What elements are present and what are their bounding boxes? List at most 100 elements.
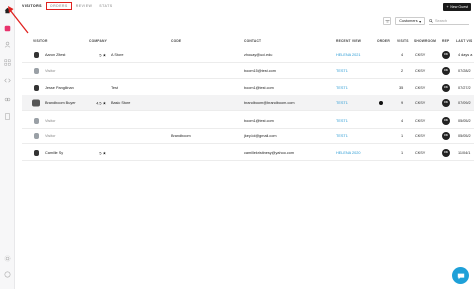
visits-count: 4 xyxy=(401,118,404,123)
tab-review[interactable]: REVIEW xyxy=(76,4,93,8)
showroom-value: CKSY xyxy=(415,68,426,73)
settings-icon[interactable] xyxy=(4,255,11,262)
dropdown-label: Customers xyxy=(399,19,418,23)
rep-avatar: CK xyxy=(442,83,450,92)
contact-email: jkey.lol@gmail.com xyxy=(244,133,277,138)
top-toolbar: + New Guest xyxy=(443,2,471,11)
company-name: A Store xyxy=(111,52,124,57)
recent-view-link[interactable]: TEST1 xyxy=(336,86,348,90)
visits-count: 9 xyxy=(401,100,404,105)
table-header: VISITOR COMPANY CODE CONTACT RECENT VIEW… xyxy=(22,39,474,44)
avatar xyxy=(34,149,39,156)
tab-orders[interactable]: ORDERS xyxy=(45,2,72,10)
tab-visitors[interactable]: VISITORS xyxy=(22,4,42,8)
visitor-name[interactable]: Visitor xyxy=(45,119,55,123)
table-row[interactable]: Camille Sy 5 ★ camillekristinesy@yahoo.c… xyxy=(22,145,474,161)
contact-email: boom15@test.com xyxy=(244,68,276,73)
avatar xyxy=(34,84,39,91)
table-row[interactable]: Visitor Brandboom jkey.lol@gmail.com TES… xyxy=(22,128,474,144)
showroom-value: CKSY xyxy=(415,100,426,105)
brand-icon[interactable] xyxy=(4,25,11,32)
last-visit-value: 05/05/2 xyxy=(458,133,471,138)
recent-view-link[interactable]: TEST1 xyxy=(336,69,348,73)
order-indicator[interactable] xyxy=(379,100,383,105)
table-row[interactable]: Aaron Zltest 5 ★ A Store zhouay@uci.edu … xyxy=(22,47,474,63)
avatar xyxy=(34,51,39,58)
visitor-name[interactable]: Aaron Zltest xyxy=(45,53,65,57)
col-showroom[interactable]: SHOWROOM xyxy=(414,39,436,43)
avatar xyxy=(32,99,40,106)
contact-email: brandboom@brandboom.com xyxy=(244,100,295,105)
rep-avatar: CK xyxy=(442,66,450,75)
visitor-name[interactable]: Visitor xyxy=(45,134,55,138)
profile-icon[interactable] xyxy=(4,271,11,278)
col-company[interactable]: COMPANY xyxy=(89,39,107,43)
table-row[interactable]: Visitor boom15@test.com TEST1 2 CKSY CK … xyxy=(22,63,474,79)
users-icon[interactable] xyxy=(4,41,11,48)
last-visit-value: 05/05/2 xyxy=(458,118,471,123)
visitor-rating: 5 ★ xyxy=(99,151,106,155)
rep-avatar: CK xyxy=(442,98,450,107)
tab-bar: VISITORS ORDERS REVIEW STATS xyxy=(22,2,120,10)
recent-view-link[interactable]: HELENA 2020 xyxy=(336,151,361,155)
new-guest-button[interactable]: + New Guest xyxy=(443,2,471,11)
visits-count: 1 xyxy=(401,150,404,155)
visitor-rating: 4.5 ★ xyxy=(96,101,106,105)
visits-count: 4 xyxy=(401,52,404,57)
rep-avatar: CK xyxy=(442,116,450,125)
search-icon xyxy=(429,18,433,23)
last-visit-value: 07/09/2 xyxy=(458,100,471,105)
code-icon[interactable] xyxy=(4,77,11,84)
document-icon[interactable] xyxy=(4,113,11,120)
showroom-value: CKSY xyxy=(415,52,426,57)
recent-view-link[interactable]: TEST1 xyxy=(336,119,348,123)
col-visitor[interactable]: VISITOR xyxy=(33,39,48,43)
rep-avatar: CK xyxy=(442,148,450,157)
rep-avatar: CK xyxy=(442,50,450,59)
grid-icon[interactable] xyxy=(4,59,11,66)
showroom-value: CKSY xyxy=(415,133,426,138)
recent-view-link[interactable]: TEST1 xyxy=(336,134,348,138)
col-contact[interactable]: CONTACT xyxy=(244,39,261,43)
contact-email: zhouay@uci.edu xyxy=(244,52,273,57)
col-last-visit[interactable]: LAST VIS xyxy=(456,39,472,43)
col-visits[interactable]: VISITS xyxy=(397,39,409,43)
company-name: Basic Store xyxy=(111,100,131,105)
recent-view-link[interactable]: HELENA 2021 xyxy=(336,53,361,57)
visitor-rating: 5 ★ xyxy=(99,53,106,57)
col-rep[interactable]: REP xyxy=(442,39,449,43)
code-value: Brandboom xyxy=(171,133,191,138)
link-icon[interactable] xyxy=(4,96,11,103)
sidebar xyxy=(0,0,15,289)
chat-button[interactable] xyxy=(452,267,469,284)
visitor-name[interactable]: Visitor xyxy=(45,69,55,73)
tab-stats[interactable]: STATS xyxy=(99,4,112,8)
last-visit-value: 4 days a xyxy=(458,52,473,57)
contact-email: camillekristinesy@yahoo.com xyxy=(244,150,295,155)
rep-avatar: CK xyxy=(442,131,450,140)
table-row[interactable]: Jesse Pangilinan Test boom1@test.com TES… xyxy=(22,80,474,96)
filter-options-icon[interactable] xyxy=(383,17,392,25)
avatar xyxy=(34,67,39,74)
table-row[interactable]: Visitor boom1@test.com TEST1 4 CKSY CK 0… xyxy=(22,113,474,129)
col-order[interactable]: ORDER xyxy=(377,39,390,43)
col-code[interactable]: CODE xyxy=(171,39,181,43)
showroom-value: CKSY xyxy=(415,150,426,155)
home-icon[interactable] xyxy=(4,7,11,14)
recent-view-link[interactable]: TEST1 xyxy=(336,101,348,105)
search-input[interactable]: Search xyxy=(429,17,469,25)
chat-bubble-icon xyxy=(457,273,464,279)
col-recent-view[interactable]: RECENT VIEW xyxy=(336,39,361,43)
visitor-name[interactable]: Camille Sy xyxy=(45,151,63,155)
visits-count: 2 xyxy=(401,68,404,73)
last-visit-value: 11/04/1 xyxy=(458,150,471,155)
visitor-name[interactable]: Brandboom Buyer xyxy=(45,101,76,105)
visitor-name[interactable]: Jesse Pangilinan xyxy=(45,86,74,90)
chevron-down-icon: ▾ xyxy=(419,19,421,24)
showroom-value: CKSY xyxy=(415,85,426,90)
visits-count: 1 xyxy=(401,133,404,138)
contact-email: boom1@test.com xyxy=(244,118,274,123)
last-visit-value: 07/28/2 xyxy=(458,68,471,73)
table-row[interactable]: Brandboom Buyer 4.5 ★ Basic Store brandb… xyxy=(22,95,474,111)
customer-type-dropdown[interactable]: Customers ▾ xyxy=(395,17,425,25)
